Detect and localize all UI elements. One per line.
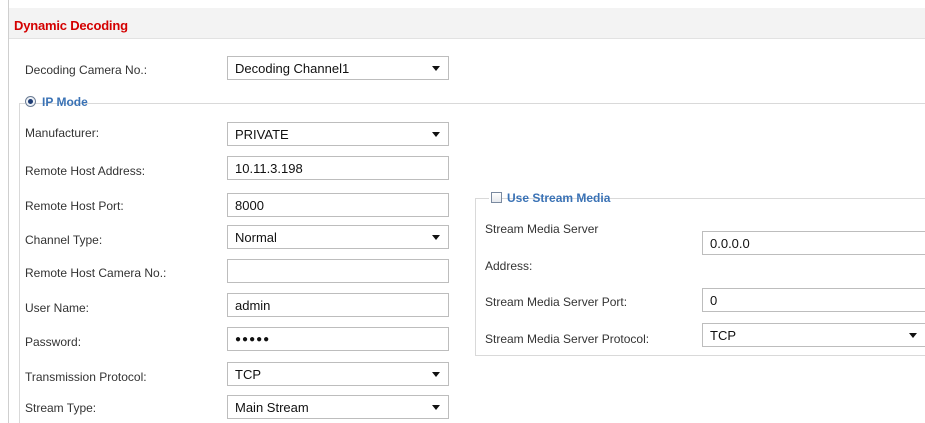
stream-type-value: Main Stream [235,400,309,415]
transmission-protocol-value: TCP [235,367,261,382]
stream-media-server-address-label-line1: Stream Media Server [485,222,599,236]
remote-host-port-input[interactable]: 8000 [227,193,449,217]
page-title: Dynamic Decoding [14,18,128,33]
manufacturer-value: PRIVATE [235,127,289,142]
stream-media-server-port-input[interactable]: 0 [702,288,925,312]
stream-media-server-address-input[interactable]: 0.0.0.0 [702,231,925,255]
stream-media-server-address-label-line2: Address: [485,259,533,273]
section-header [9,8,925,39]
chevron-down-icon [428,123,448,145]
manufacturer-label: Manufacturer: [25,126,100,140]
stream-media-server-protocol-select[interactable]: TCP [702,323,925,347]
chevron-down-icon [428,363,448,385]
password-input[interactable]: ●●●●● [227,327,449,351]
chevron-down-icon [905,324,925,346]
manufacturer-select[interactable]: PRIVATE [227,122,449,146]
panel-left-border [8,0,9,423]
chevron-down-icon [428,226,448,248]
stream-media-server-port-label: Stream Media Server Port: [485,295,628,309]
remote-host-address-label: Remote Host Address: [25,164,146,178]
stream-type-label: Stream Type: [25,401,97,415]
user-name-input[interactable]: admin [227,293,449,317]
ip-mode-fieldset-border [19,103,925,104]
decoding-camera-select[interactable]: Decoding Channel1 [227,56,449,80]
checkbox-unchecked-icon[interactable] [491,192,502,203]
ip-mode-label: IP Mode [42,95,88,109]
remote-host-port-label: Remote Host Port: [25,199,124,213]
channel-type-select[interactable]: Normal [227,225,449,249]
stream-media-legend[interactable]: Use Stream Media [489,189,610,207]
stream-media-server-protocol-label: Stream Media Server Protocol: [485,332,650,346]
remote-host-camera-no-label: Remote Host Camera No.: [25,266,167,280]
chevron-down-icon [428,57,448,79]
transmission-protocol-select[interactable]: TCP [227,362,449,386]
transmission-protocol-label: Transmission Protocol: [25,370,147,384]
channel-type-value: Normal [235,230,277,245]
decoding-camera-value: Decoding Channel1 [235,61,350,76]
remote-host-address-input[interactable]: 10.11.3.198 [227,156,449,180]
use-stream-media-label: Use Stream Media [507,191,611,205]
remote-host-camera-no-input[interactable] [227,259,449,283]
stream-media-server-protocol-value: TCP [710,328,736,343]
ip-mode-legend[interactable]: IP Mode [25,94,88,110]
decoding-camera-label: Decoding Camera No.: [25,63,148,77]
password-label: Password: [25,335,82,349]
user-name-label: User Name: [25,301,90,315]
chevron-down-icon [428,396,448,418]
radio-selected-icon[interactable] [25,96,36,107]
channel-type-label: Channel Type: [25,233,103,247]
ip-mode-fieldset-border-left [19,103,20,423]
stream-type-select[interactable]: Main Stream [227,395,449,419]
